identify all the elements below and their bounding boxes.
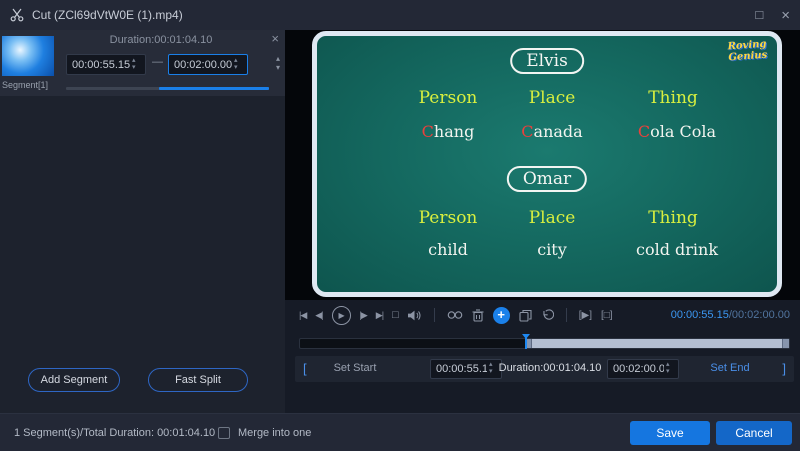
delete-icon[interactable] <box>472 308 484 322</box>
set-start-button[interactable]: Set Start <box>315 362 395 374</box>
segments-summary: 1 Segment(s)/Total Duration: 00:01:04.10 <box>14 427 216 439</box>
total-time: /00:02:00.00 <box>728 309 790 321</box>
trim-end-spinner[interactable]: ▴ ▾ <box>666 360 670 378</box>
selection-end-handle[interactable] <box>782 339 789 348</box>
title-bar: Cut (ZCl69dVtW0E (1).mp4) □ × <box>0 0 800 30</box>
skip-end-button[interactable]: ▶| <box>376 310 384 321</box>
video-value: cold drink <box>635 240 719 259</box>
main-area: Roving Genius Elvis Person Place Thing C… <box>285 30 800 413</box>
window-title: Cut (ZCl69dVtW0E (1).mp4) <box>32 8 183 22</box>
timeline-track[interactable] <box>299 334 790 349</box>
add-segment-icon[interactable]: + <box>492 306 510 324</box>
video-header: Place <box>528 88 576 108</box>
segment-duration-label: Duration:00:01:04.10 <box>109 34 213 46</box>
fast-split-button[interactable]: Fast Split <box>148 368 248 392</box>
save-button[interactable]: Save <box>630 421 710 445</box>
cancel-button[interactable]: Cancel <box>716 421 792 445</box>
trim-start-spinner[interactable]: ▴ ▾ <box>489 360 493 378</box>
stop-button[interactable]: □ <box>392 309 399 321</box>
set-end-button[interactable]: Set End <box>690 362 770 374</box>
segment-progress-bar <box>66 87 269 90</box>
segment-card[interactable]: Segment[1] Duration:00:01:04.10 ▴ ▾ — ▴ … <box>0 30 285 96</box>
divider <box>433 308 435 322</box>
chevron-down-icon[interactable]: ▾ <box>276 63 280 72</box>
time-display: 00:00:55.15 /00:02:00.00 <box>671 302 790 328</box>
stop-segment-button[interactable]: [□] <box>601 310 613 321</box>
video-header: Thing <box>648 208 698 228</box>
copy-icon[interactable] <box>519 309 532 322</box>
playhead[interactable] <box>521 334 530 349</box>
video-header: Person <box>418 88 478 108</box>
chevron-up-icon[interactable]: ▴ <box>276 54 280 63</box>
scissors-icon <box>10 8 24 22</box>
reset-icon[interactable] <box>541 308 554 322</box>
video-header: Person <box>418 208 478 228</box>
video-section-title: Omar <box>506 166 588 192</box>
segment-label: Segment[1] <box>2 80 49 90</box>
volume-icon[interactable] <box>407 309 422 322</box>
video-value: Cola Cola <box>637 122 717 141</box>
video-preview: Roving Genius Elvis Person Place Thing C… <box>285 30 800 300</box>
start-bracket: [ <box>303 361 307 376</box>
spinner-down-icon[interactable]: ▾ <box>666 368 670 376</box>
current-time: 00:00:55.15 <box>670 309 729 321</box>
timeline-row <box>285 332 800 352</box>
divider <box>565 308 567 322</box>
video-value: child <box>428 240 468 259</box>
skip-start-button[interactable]: |◀ <box>299 310 307 321</box>
merge-checkbox[interactable] <box>218 427 230 439</box>
trim-bar: [ Set Start ▴ ▾ Duration:00:01:04.10 ▴ ▾… <box>295 356 794 382</box>
end-bracket: ] <box>782 361 786 376</box>
video-header: Thing <box>648 88 698 108</box>
range-dash: — <box>152 56 163 68</box>
trim-duration-label: Duration:00:01:04.10 <box>498 362 602 374</box>
segment-reorder-arrows[interactable]: ▴ ▾ <box>276 54 280 72</box>
spinner-down-icon[interactable]: ▾ <box>234 64 238 72</box>
close-button[interactable]: × <box>781 7 790 24</box>
video-value: Canada <box>521 122 583 141</box>
play-button[interactable]: ▶ <box>331 305 351 325</box>
video-header: Place <box>528 208 576 228</box>
maximize-button[interactable]: □ <box>755 7 763 24</box>
spinner-down-icon[interactable]: ▾ <box>489 368 493 376</box>
step-back-button[interactable]: ◀| <box>315 310 323 321</box>
video-value: Chang <box>421 122 475 141</box>
step-forward-button[interactable]: |▶ <box>360 310 368 321</box>
segment-progress-fill <box>159 87 269 90</box>
channel-logo: Roving Genius <box>727 38 768 64</box>
segment-thumbnail[interactable] <box>2 36 54 76</box>
video-frame: Roving Genius Elvis Person Place Thing C… <box>312 31 782 297</box>
merge-label: Merge into one <box>238 427 312 439</box>
segment-start-spinner[interactable]: ▴ ▾ <box>132 55 136 74</box>
video-section-title: Elvis <box>510 48 584 74</box>
segment-panel: Segment[1] Duration:00:01:04.10 ▴ ▾ — ▴ … <box>0 30 285 413</box>
timeline-selection[interactable] <box>524 339 789 348</box>
video-value: city <box>537 240 567 259</box>
loop-icon[interactable] <box>447 309 463 321</box>
segment-close-icon[interactable]: × <box>271 31 279 46</box>
spinner-down-icon[interactable]: ▾ <box>132 64 136 72</box>
footer-bar: 1 Segment(s)/Total Duration: 00:01:04.10… <box>0 413 800 451</box>
add-segment-button[interactable]: Add Segment <box>28 368 120 392</box>
play-segment-button[interactable]: [▶] <box>579 310 592 321</box>
segment-end-spinner[interactable]: ▴ ▾ <box>234 55 238 74</box>
